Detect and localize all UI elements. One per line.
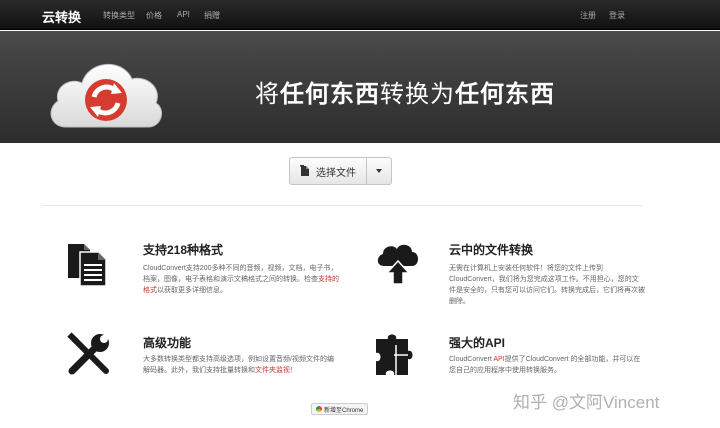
section-divider <box>42 205 642 206</box>
select-file-label: 选择文件 <box>316 167 356 179</box>
select-file-group: 选择文件 <box>289 157 392 185</box>
feature-title-advanced: 高级功能 <box>143 336 192 350</box>
feature-desc-cloud: 无需在计算机上安装任何软件！将您的文件上传到CloudConvert，我们将为您… <box>449 265 645 305</box>
file-add-icon <box>300 165 309 176</box>
cloud-refresh-icon <box>50 64 163 128</box>
chrome-icon <box>316 406 322 412</box>
add-to-chrome-button[interactable]: 新增至Chrome <box>311 403 369 415</box>
tools-icon <box>67 332 109 375</box>
chevron-down-icon <box>376 169 382 173</box>
add-to-chrome-label: 新增至Chrome <box>324 407 364 414</box>
puzzle-icon <box>376 334 413 375</box>
folder-monitoring-link[interactable]: 文件夹监视 <box>255 367 290 374</box>
upload-options-dropdown[interactable] <box>367 157 392 185</box>
feature-desc-advanced: 大多数转换类型都支持高级选项，例如设置音频/视频文件的编解码器。此外，我们支持批… <box>143 356 334 374</box>
nav-link-conversion-types[interactable]: 转换类型 <box>103 10 135 21</box>
api-link[interactable]: API <box>493 356 504 363</box>
select-file-button[interactable]: 选择文件 <box>289 157 367 185</box>
register-link[interactable]: 注册 <box>580 10 596 21</box>
top-navbar: 云转换 转换类型 价格 API 捐赠 注册 登录 <box>0 0 720 30</box>
hero-title: 将任何东西转换为任何东西 <box>255 81 555 108</box>
login-link[interactable]: 登录 <box>609 10 625 21</box>
feature-title-api: 强大的API <box>449 336 506 350</box>
nav-link-donate[interactable]: 捐赠 <box>204 10 220 21</box>
feature-title-formats: 支持218种格式 <box>143 243 224 257</box>
feature-title-cloud: 云中的文件转换 <box>449 243 534 257</box>
documents-icon <box>68 244 107 287</box>
feature-desc-formats: CloudConvert支持200多种不同的音频，视频，文档，电子书，档案，图像… <box>143 265 339 294</box>
brand-logo[interactable]: 云转换 <box>42 7 81 26</box>
cloud-upload-icon <box>377 244 418 285</box>
hero-banner: 将任何东西转换为任何东西 <box>0 31 720 143</box>
feature-desc-api: CloudConvert API提供了CloudConvert 的全部功能，并可… <box>449 356 641 374</box>
nav-link-api[interactable]: API <box>177 10 190 19</box>
watermark: 知乎 @文阿Vincent <box>513 393 660 412</box>
nav-link-pricing[interactable]: 价格 <box>146 10 162 21</box>
